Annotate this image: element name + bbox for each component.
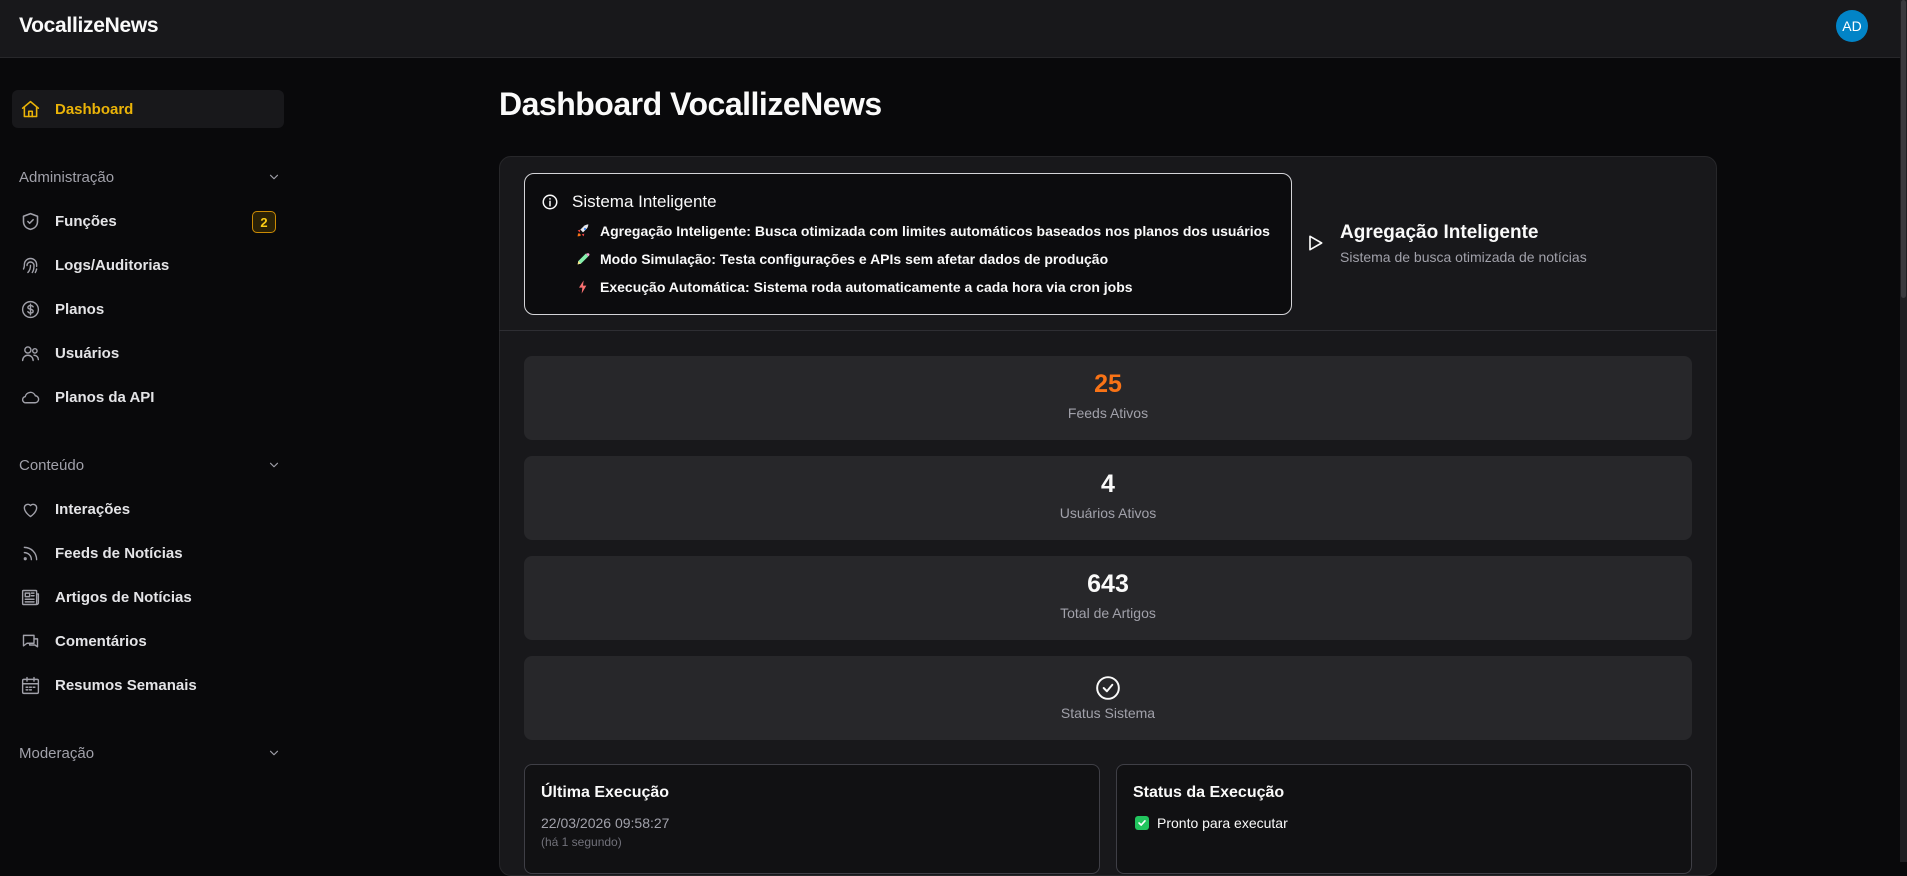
- info-line-text: Sistema roda automaticamente a cada hora…: [753, 279, 1133, 295]
- stat-feeds-ativos: 25 Feeds Ativos: [524, 356, 1692, 440]
- brand-logo[interactable]: VocallizeNews: [19, 14, 159, 38]
- newspaper-icon: [19, 586, 41, 608]
- stat-value: 643: [1087, 570, 1129, 598]
- sidebar-item-label: Planos da API: [55, 388, 155, 406]
- last-run-relative: (há 1 segundo): [541, 835, 622, 849]
- shield-check-icon: [19, 210, 41, 232]
- sidebar-item-resumos[interactable]: Resumos Semanais: [12, 666, 284, 704]
- sidebar-item-usuarios[interactable]: Usuários: [12, 334, 284, 372]
- rocket-icon: [574, 222, 592, 240]
- info-line-label: Modo Simulação:: [600, 251, 716, 267]
- info-line-simulation: Modo Simulação: Testa configurações e AP…: [574, 250, 1108, 268]
- home-icon: [19, 98, 41, 120]
- messages-icon: [19, 630, 41, 652]
- stat-label: Total de Artigos: [1060, 605, 1156, 621]
- sidebar-item-dashboard[interactable]: Dashboard: [12, 90, 284, 128]
- card-run-status: Status da Execução Pronto para executar: [1116, 764, 1692, 874]
- sidebar-item-label: Planos: [55, 300, 105, 318]
- stat-status-sistema: Status Sistema: [524, 656, 1692, 740]
- chevron-down-icon: [269, 750, 279, 756]
- info-line-text: Testa configurações e APIs sem afetar da…: [719, 251, 1109, 267]
- panel-divider: [499, 330, 1717, 331]
- sidebar-item-interacoes[interactable]: Interações: [12, 490, 284, 528]
- chevron-down-icon: [269, 174, 279, 180]
- info-title: Sistema Inteligente: [572, 192, 717, 211]
- info-line-aggregation: Agregação Inteligente: Busca otimizada c…: [574, 222, 1270, 240]
- count-badge: 2: [252, 211, 276, 233]
- stat-label: Status Sistema: [1060, 705, 1156, 721]
- sidebar-item-label: Interações: [55, 500, 131, 518]
- stat-label: Usuários Ativos: [1059, 505, 1157, 521]
- sidebar-item-artigos[interactable]: Artigos de Notícias: [12, 578, 284, 616]
- lightning-icon: [574, 278, 592, 296]
- info-line-text: Busca otimizada com limites automáticos …: [754, 223, 1270, 239]
- sidebar-item-label: Dashboard: [55, 100, 134, 118]
- rss-icon: [19, 542, 41, 564]
- sidebar-item-label: Logs/Auditorias: [55, 256, 170, 274]
- info-line-label: Execução Automática:: [600, 279, 750, 295]
- top-bar: VocallizeNews AD: [0, 0, 1907, 58]
- stat-usuarios-ativos: 4 Usuários Ativos: [524, 456, 1692, 540]
- heart-icon: [19, 498, 41, 520]
- cloud-icon: [19, 386, 41, 408]
- calendar-icon: [19, 674, 41, 696]
- check-box-icon: [1135, 816, 1149, 830]
- scrollbar-thumb[interactable]: [1901, 0, 1906, 298]
- dollar-circle-icon: [19, 298, 41, 320]
- aggregation-title: Agregação Inteligente: [1340, 222, 1539, 243]
- stat-total-artigos: 643 Total de Artigos: [524, 556, 1692, 640]
- pencil-icon: [574, 250, 592, 268]
- section-label: Administração: [19, 168, 115, 186]
- sidebar-item-logs[interactable]: Logs/Auditorias: [12, 246, 284, 284]
- fingerprint-icon: [19, 254, 41, 276]
- avatar[interactable]: AD: [1836, 10, 1868, 42]
- section-header-content[interactable]: Conteúdo: [19, 453, 281, 477]
- sidebar-item-label: Resumos Semanais: [55, 676, 197, 694]
- sidebar-item-comentarios[interactable]: Comentários: [12, 622, 284, 660]
- info-line-label: Agregação Inteligente:: [600, 223, 751, 239]
- sidebar-item-label: Usuários: [55, 344, 120, 362]
- info-icon: [542, 194, 558, 210]
- card-title: Última Execução: [541, 784, 670, 801]
- users-icon: [19, 342, 41, 364]
- stat-label: Feeds Ativos: [1067, 405, 1149, 421]
- section-header-admin[interactable]: Administração: [19, 165, 281, 189]
- section-label: Moderação: [19, 744, 95, 762]
- info-line-automation: Execução Automática: Sistema roda automa…: [574, 278, 1133, 296]
- card-last-run: Última Execução 22/03/2026 09:58:27 (há …: [524, 764, 1100, 874]
- sidebar-item-label: Feeds de Notícias: [55, 544, 183, 562]
- run-status-text: Pronto para executar: [1157, 815, 1288, 831]
- play-icon[interactable]: [1305, 233, 1325, 253]
- chevron-down-icon: [269, 462, 279, 468]
- section-header-moderation[interactable]: Moderação: [19, 741, 281, 765]
- sidebar-item-feeds[interactable]: Feeds de Notícias: [12, 534, 284, 572]
- last-run-datetime: 22/03/2026 09:58:27: [541, 815, 670, 831]
- stat-value: 25: [1094, 370, 1122, 398]
- sidebar-item-planos[interactable]: Planos: [12, 290, 284, 328]
- page-title: Dashboard VocallizeNews: [499, 86, 882, 122]
- sidebar-item-planos-api[interactable]: Planos da API: [12, 378, 284, 416]
- aggregation-subtitle: Sistema de busca otimizada de notícias: [1340, 249, 1587, 265]
- sidebar-item-funcoes[interactable]: Funções 2: [12, 202, 284, 240]
- sidebar-item-label: Comentários: [55, 632, 147, 650]
- stat-value: 4: [1101, 470, 1115, 498]
- check-circle-icon: [1096, 676, 1120, 700]
- section-label: Conteúdo: [19, 456, 85, 474]
- sidebar-item-label: Funções: [55, 212, 117, 230]
- sidebar-item-label: Artigos de Notícias: [55, 588, 192, 606]
- card-title: Status da Execução: [1133, 784, 1285, 801]
